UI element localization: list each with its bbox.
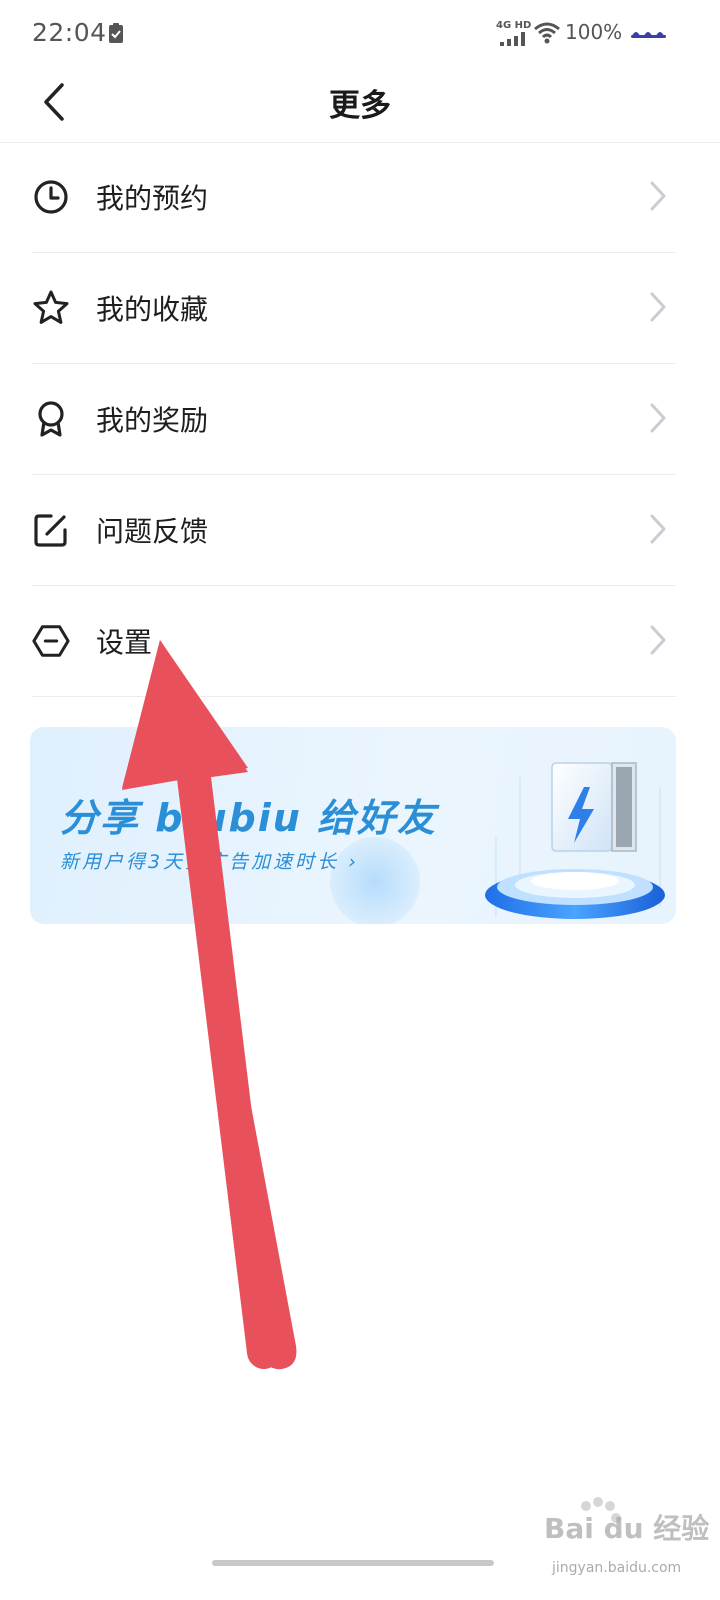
page-title: 更多 (329, 88, 391, 124)
share-banner[interactable]: 分享 biubiu 给好友 新用户得3天免广告加速时长 › (30, 727, 676, 924)
menu-item-settings[interactable]: 设置 (32, 586, 676, 697)
app-notification-icon (631, 32, 666, 38)
hexagon-minus-icon (32, 622, 70, 660)
medal-icon (32, 400, 70, 438)
clock-icon (32, 178, 70, 216)
chevron-right-icon (650, 625, 666, 655)
network-label: 4G HD (496, 20, 532, 31)
edit-icon (32, 511, 70, 549)
chevron-right-icon (650, 292, 666, 322)
banner-subtitle: 新用户得3天免广告加速时长 › (60, 851, 359, 873)
chevron-right-icon (650, 181, 666, 211)
lightning-device-illustration (485, 762, 665, 919)
status-time: 22:04 (32, 18, 107, 47)
menu-item-reservations[interactable]: 我的预约 (32, 142, 676, 253)
chevron-right-icon (650, 514, 666, 544)
nav-bar: 更多 (0, 68, 720, 143)
menu-item-label: 问题反馈 (96, 515, 209, 548)
clipboard-icon (109, 23, 123, 43)
menu-item-label: 我的收藏 (96, 293, 209, 326)
menu-item-feedback[interactable]: 问题反馈 (32, 475, 676, 586)
battery-level: 100% (565, 20, 623, 44)
watermark-brand: Bai du 经验 (544, 1512, 710, 1545)
wifi-icon (534, 22, 560, 44)
menu-item-rewards[interactable]: 我的奖励 (32, 364, 676, 475)
menu-item-label: 设置 (96, 626, 153, 659)
chevron-right-icon (650, 403, 666, 433)
banner-title: 分享 biubiu 给好友 (60, 796, 438, 840)
menu-item-label: 我的奖励 (96, 404, 209, 437)
menu-item-favorites[interactable]: 我的收藏 (32, 253, 676, 364)
home-indicator[interactable] (212, 1560, 494, 1566)
watermark-url: jingyan.baidu.com (552, 1560, 682, 1576)
menu-item-label: 我的预约 (96, 182, 209, 215)
signal-icon (500, 32, 525, 46)
status-bar: 22:04 4G HD 100% (0, 0, 720, 68)
star-icon (32, 289, 70, 327)
menu-list: 我的预约 我的收藏 我的奖励 问题反馈 设置 (32, 142, 676, 697)
